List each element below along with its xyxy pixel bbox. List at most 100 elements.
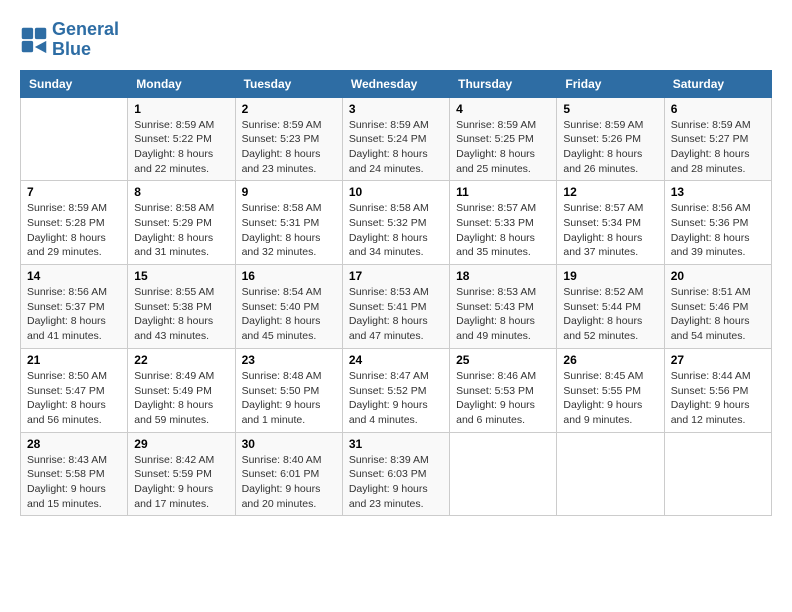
day-info: Sunrise: 8:54 AM Sunset: 5:40 PM Dayligh… [242, 285, 336, 344]
day-number: 7 [27, 185, 121, 199]
day-info: Sunrise: 8:59 AM Sunset: 5:23 PM Dayligh… [242, 118, 336, 177]
day-number: 13 [671, 185, 765, 199]
day-number: 28 [27, 437, 121, 451]
day-number: 10 [349, 185, 443, 199]
logo-icon [20, 26, 48, 54]
day-number: 6 [671, 102, 765, 116]
day-number: 16 [242, 269, 336, 283]
day-number: 15 [134, 269, 228, 283]
calendar-cell-1-2: 9 Sunrise: 8:58 AM Sunset: 5:31 PM Daylig… [235, 181, 342, 265]
calendar-cell-0-1: 1Sunrise: 8:59 AM Sunset: 5:22 PM Daylig… [128, 97, 235, 181]
day-number: 22 [134, 353, 228, 367]
page-header: General Blue [20, 20, 772, 60]
week-row-2: 14 Sunrise: 8:56 AM Sunset: 5:37 PM Dayli… [21, 265, 772, 349]
day-info: Sunrise: 8:59 AM Sunset: 5:27 PM Dayligh… [671, 118, 765, 177]
day-number: 4 [456, 102, 550, 116]
day-number: 19 [563, 269, 657, 283]
day-info: Sunrise: 8:44 AM Sunset: 5:56 PM Dayligh… [671, 369, 765, 428]
day-info: Sunrise: 8:56 AM Sunset: 5:36 PM Dayligh… [671, 201, 765, 260]
calendar-cell-3-3: 24Sunrise: 8:47 AM Sunset: 5:52 PM Dayli… [342, 348, 449, 432]
calendar-cell-3-6: 27 Sunrise: 8:44 AM Sunset: 5:56 PM Dayli… [664, 348, 771, 432]
calendar-cell-0-5: 5 Sunrise: 8:59 AM Sunset: 5:26 PM Daylig… [557, 97, 664, 181]
calendar-cell-1-3: 10 Sunrise: 8:58 AM Sunset: 5:32 PM Dayli… [342, 181, 449, 265]
calendar-cell-2-6: 20 Sunrise: 8:51 AM Sunset: 5:46 PM Dayli… [664, 265, 771, 349]
week-row-3: 21 Sunrise: 8:50 AM Sunset: 5:47 PM Dayli… [21, 348, 772, 432]
calendar-cell-2-4: 18 Sunrise: 8:53 AM Sunset: 5:43 PM Dayli… [450, 265, 557, 349]
calendar-cell-4-1: 29 Sunrise: 8:42 AM Sunset: 5:59 PM Dayli… [128, 432, 235, 516]
calendar-cell-4-4 [450, 432, 557, 516]
day-info: Sunrise: 8:48 AM Sunset: 5:50 PM Dayligh… [242, 369, 336, 428]
day-number: 29 [134, 437, 228, 451]
calendar-cell-0-0 [21, 97, 128, 181]
day-number: 20 [671, 269, 765, 283]
calendar-cell-2-3: 17 Sunrise: 8:53 AM Sunset: 5:41 PM Dayli… [342, 265, 449, 349]
day-number: 27 [671, 353, 765, 367]
calendar-cell-3-5: 26Sunrise: 8:45 AM Sunset: 5:55 PM Dayli… [557, 348, 664, 432]
calendar-cell-4-3: 31Sunrise: 8:39 AM Sunset: 6:03 PM Dayli… [342, 432, 449, 516]
day-info: Sunrise: 8:52 AM Sunset: 5:44 PM Dayligh… [563, 285, 657, 344]
day-number: 17 [349, 269, 443, 283]
calendar-header-row: SundayMondayTuesdayWednesdayThursdayFrid… [21, 70, 772, 97]
day-number: 18 [456, 269, 550, 283]
calendar-cell-0-3: 3 Sunrise: 8:59 AM Sunset: 5:24 PM Daylig… [342, 97, 449, 181]
day-info: Sunrise: 8:45 AM Sunset: 5:55 PM Dayligh… [563, 369, 657, 428]
calendar-cell-2-0: 14 Sunrise: 8:56 AM Sunset: 5:37 PM Dayli… [21, 265, 128, 349]
calendar-cell-1-1: 8 Sunrise: 8:58 AM Sunset: 5:29 PM Daylig… [128, 181, 235, 265]
calendar-cell-3-4: 25Sunrise: 8:46 AM Sunset: 5:53 PM Dayli… [450, 348, 557, 432]
calendar-cell-2-2: 16 Sunrise: 8:54 AM Sunset: 5:40 PM Dayli… [235, 265, 342, 349]
calendar-cell-2-5: 19 Sunrise: 8:52 AM Sunset: 5:44 PM Dayli… [557, 265, 664, 349]
day-number: 21 [27, 353, 121, 367]
day-info: Sunrise: 8:49 AM Sunset: 5:49 PM Dayligh… [134, 369, 228, 428]
day-info: Sunrise: 8:55 AM Sunset: 5:38 PM Dayligh… [134, 285, 228, 344]
day-info: Sunrise: 8:46 AM Sunset: 5:53 PM Dayligh… [456, 369, 550, 428]
logo-text: General Blue [52, 20, 119, 60]
header-day-monday: Monday [128, 70, 235, 97]
calendar-cell-0-2: 2 Sunrise: 8:59 AM Sunset: 5:23 PM Daylig… [235, 97, 342, 181]
day-number: 12 [563, 185, 657, 199]
header-day-sunday: Sunday [21, 70, 128, 97]
calendar-cell-4-5 [557, 432, 664, 516]
day-number: 9 [242, 185, 336, 199]
header-day-tuesday: Tuesday [235, 70, 342, 97]
logo: General Blue [20, 20, 119, 60]
day-number: 31 [349, 437, 443, 451]
calendar-cell-3-1: 22 Sunrise: 8:49 AM Sunset: 5:49 PM Dayli… [128, 348, 235, 432]
day-info: Sunrise: 8:59 AM Sunset: 5:22 PM Dayligh… [134, 118, 228, 177]
week-row-1: 7Sunrise: 8:59 AM Sunset: 5:28 PM Daylig… [21, 181, 772, 265]
day-number: 14 [27, 269, 121, 283]
calendar-cell-3-2: 23 Sunrise: 8:48 AM Sunset: 5:50 PM Dayli… [235, 348, 342, 432]
day-number: 5 [563, 102, 657, 116]
day-info: Sunrise: 8:59 AM Sunset: 5:24 PM Dayligh… [349, 118, 443, 177]
calendar-table: SundayMondayTuesdayWednesdayThursdayFrid… [20, 70, 772, 517]
day-info: Sunrise: 8:56 AM Sunset: 5:37 PM Dayligh… [27, 285, 121, 344]
calendar-cell-3-0: 21 Sunrise: 8:50 AM Sunset: 5:47 PM Dayli… [21, 348, 128, 432]
day-info: Sunrise: 8:58 AM Sunset: 5:31 PM Dayligh… [242, 201, 336, 260]
day-number: 3 [349, 102, 443, 116]
header-day-wednesday: Wednesday [342, 70, 449, 97]
day-info: Sunrise: 8:57 AM Sunset: 5:33 PM Dayligh… [456, 201, 550, 260]
calendar-cell-1-6: 13 Sunrise: 8:56 AM Sunset: 5:36 PM Dayli… [664, 181, 771, 265]
day-info: Sunrise: 8:53 AM Sunset: 5:41 PM Dayligh… [349, 285, 443, 344]
day-info: Sunrise: 8:51 AM Sunset: 5:46 PM Dayligh… [671, 285, 765, 344]
day-number: 8 [134, 185, 228, 199]
calendar-cell-1-0: 7Sunrise: 8:59 AM Sunset: 5:28 PM Daylig… [21, 181, 128, 265]
day-number: 11 [456, 185, 550, 199]
header-day-saturday: Saturday [664, 70, 771, 97]
day-info: Sunrise: 8:50 AM Sunset: 5:47 PM Dayligh… [27, 369, 121, 428]
day-number: 2 [242, 102, 336, 116]
day-info: Sunrise: 8:59 AM Sunset: 5:26 PM Dayligh… [563, 118, 657, 177]
calendar-cell-4-0: 28 Sunrise: 8:43 AM Sunset: 5:58 PM Dayli… [21, 432, 128, 516]
day-info: Sunrise: 8:59 AM Sunset: 5:25 PM Dayligh… [456, 118, 550, 177]
day-info: Sunrise: 8:53 AM Sunset: 5:43 PM Dayligh… [456, 285, 550, 344]
day-info: Sunrise: 8:58 AM Sunset: 5:29 PM Dayligh… [134, 201, 228, 260]
calendar-cell-2-1: 15 Sunrise: 8:55 AM Sunset: 5:38 PM Dayli… [128, 265, 235, 349]
calendar-cell-1-5: 12Sunrise: 8:57 AM Sunset: 5:34 PM Dayli… [557, 181, 664, 265]
day-info: Sunrise: 8:58 AM Sunset: 5:32 PM Dayligh… [349, 201, 443, 260]
day-info: Sunrise: 8:42 AM Sunset: 5:59 PM Dayligh… [134, 453, 228, 512]
day-info: Sunrise: 8:40 AM Sunset: 6:01 PM Dayligh… [242, 453, 336, 512]
header-day-friday: Friday [557, 70, 664, 97]
header-day-thursday: Thursday [450, 70, 557, 97]
day-info: Sunrise: 8:43 AM Sunset: 5:58 PM Dayligh… [27, 453, 121, 512]
day-number: 23 [242, 353, 336, 367]
calendar-cell-1-4: 11 Sunrise: 8:57 AM Sunset: 5:33 PM Dayli… [450, 181, 557, 265]
